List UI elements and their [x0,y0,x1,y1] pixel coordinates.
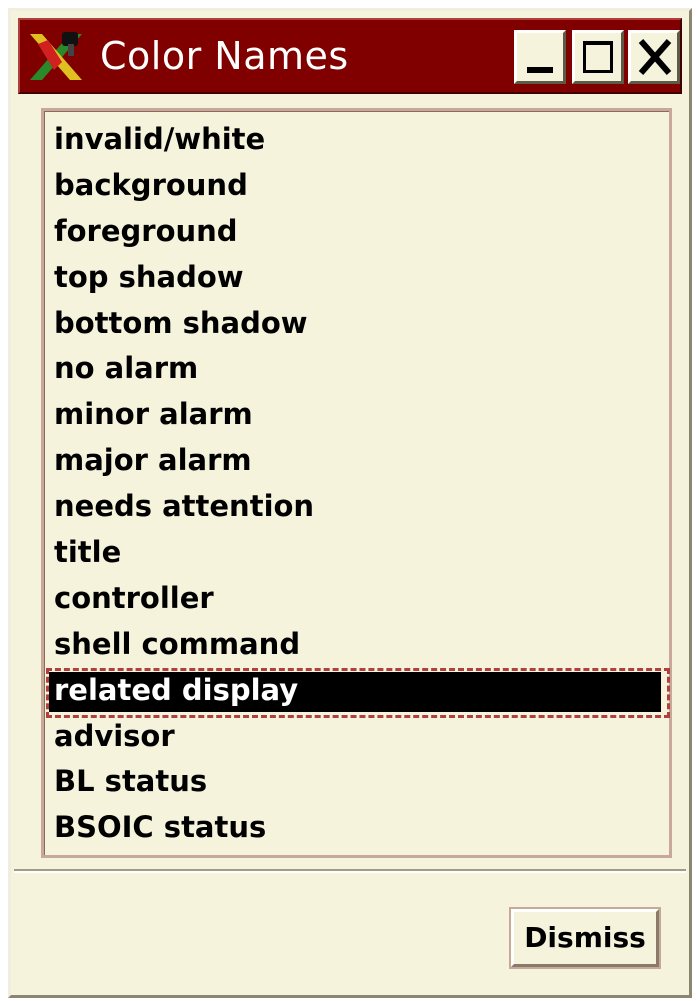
list-item[interactable]: advisor [49,714,663,760]
list-item-label: background [54,167,248,202]
list-item[interactable]: shell command [49,622,663,668]
list-item[interactable]: bottom shadow [49,301,663,347]
list-item-label: controller [54,580,214,615]
separator [14,869,686,873]
list-item-label: BSOIC status [54,810,267,845]
list-item-label: foreground [54,213,238,248]
list-item-label: major alarm [54,443,252,478]
list-item[interactable]: title [49,530,663,576]
close-icon [638,39,672,75]
list-item-label: shell command [54,626,301,661]
list-item[interactable]: major alarm [49,438,663,484]
window-title: Color Names [100,34,349,78]
close-button[interactable] [628,30,680,84]
list-item-label: needs attention [54,489,315,524]
list-item-label: top shadow [54,259,244,294]
list-item-label: related display [54,672,299,707]
list-item[interactable]: background [49,163,663,209]
list-item-selected[interactable]: related display [46,667,670,718]
list-item-label: advisor [54,718,175,753]
list-item-label: invalid/white [54,122,266,156]
list-item[interactable]: foreground [49,209,663,255]
list-item-label: BL status [54,764,208,799]
list-item[interactable]: invalid/white [49,117,663,163]
maximize-icon [583,41,613,73]
list-item-label: minor alarm [54,397,253,432]
list-item[interactable]: top shadow [49,255,663,301]
x11-app-icon[interactable] [28,30,84,82]
list-item[interactable]: minor alarm [49,392,663,438]
color-names-list[interactable]: invalid/white background foreground top … [41,108,672,858]
list-item-label: title [54,535,122,570]
list-items: invalid/white background foreground top … [46,117,670,851]
list-item[interactable]: BSOIC status [49,805,663,851]
list-item-label: bottom shadow [54,305,308,340]
color-names-window: Color Names invalid/white background for… [8,8,692,998]
list-item[interactable]: no alarm [49,346,663,392]
minimize-icon [527,67,553,73]
list-item[interactable]: needs attention [49,484,663,530]
minimize-button[interactable] [514,30,566,84]
maximize-button[interactable] [572,30,624,84]
dismiss-button[interactable]: Dismiss [511,909,659,967]
list-item[interactable]: controller [49,576,663,622]
title-bar[interactable]: Color Names [18,18,682,94]
list-item-label: no alarm [54,351,199,386]
list-item[interactable]: BL status [49,759,663,805]
